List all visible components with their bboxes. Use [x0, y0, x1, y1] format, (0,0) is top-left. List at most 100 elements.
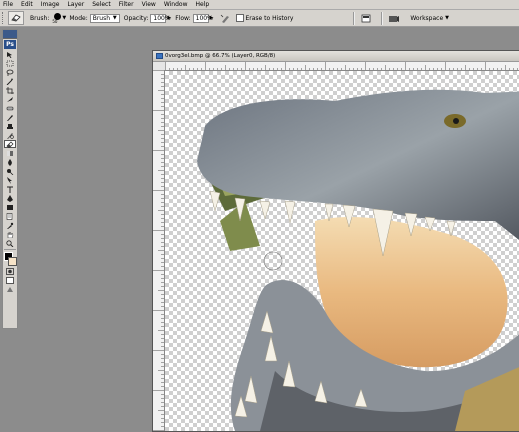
path-selection-tool-button[interactable]	[4, 176, 16, 184]
opacity-slider-arrow-icon[interactable]: ▶	[167, 15, 171, 21]
document-title-bar[interactable]: 0vorg3el.bmp @ 66.7% (Layer0, RGB/8)	[153, 51, 519, 62]
workspace-label: Workspace	[410, 14, 444, 22]
workspace-menu[interactable]: Workspace ▼	[410, 15, 449, 22]
zoom-tool-icon	[6, 239, 14, 247]
eraser-tool-icon	[6, 141, 14, 148]
brush-label: Brush:	[30, 14, 50, 22]
mode-select[interactable]: Brush ▼	[89, 13, 120, 23]
file-browser-button[interactable]	[387, 12, 401, 24]
slice-tool-button[interactable]	[4, 95, 16, 103]
healing-brush-tool-button[interactable]	[4, 104, 16, 112]
menu-window[interactable]: Window	[160, 0, 192, 9]
imageready-icon	[7, 286, 13, 292]
eyedropper-tool-button[interactable]	[4, 221, 16, 229]
menu-file[interactable]: File	[0, 0, 17, 9]
palette-well-icon	[361, 14, 371, 22]
horizontal-ruler[interactable]	[165, 62, 519, 71]
chevron-down-icon: ▼	[62, 15, 67, 21]
crop-tool-icon	[6, 86, 14, 94]
type-tool-icon	[7, 186, 13, 193]
chevron-down-icon: ▼	[112, 15, 117, 21]
chevron-down-icon: ▼	[445, 15, 449, 21]
vertical-ruler[interactable]	[153, 70, 165, 431]
marquee-tool-button[interactable]	[4, 59, 16, 67]
menu-view[interactable]: View	[138, 0, 160, 9]
horizontal-ruler-ticks	[165, 62, 518, 70]
gradient-tool-button[interactable]	[4, 149, 16, 157]
path-selection-tool-icon	[7, 176, 12, 184]
blur-tool-icon	[8, 158, 12, 166]
image-canvas[interactable]	[165, 71, 519, 431]
airbrush-button[interactable]	[218, 12, 232, 24]
shape-tool-button[interactable]	[4, 203, 16, 211]
opacity-field[interactable]: 100%	[150, 13, 171, 23]
move-tool-button[interactable]	[4, 50, 16, 58]
menu-image[interactable]: Image	[37, 0, 64, 9]
vertical-ruler-ticks	[153, 70, 164, 431]
eyedropper-tool-icon	[7, 222, 14, 229]
pen-tool-button[interactable]	[4, 194, 16, 202]
screen-mode-button[interactable]	[4, 276, 16, 284]
jump-to-imageready-button[interactable]	[4, 285, 16, 293]
flow-slider-arrow-icon[interactable]: ▶	[210, 15, 214, 21]
photoshop-logo[interactable]: Ps	[4, 40, 16, 49]
document-window: 0vorg3el.bmp @ 66.7% (Layer0, RGB/8)	[152, 50, 519, 432]
erase-to-history-label: Erase to History	[245, 14, 294, 22]
crocodile-image	[197, 89, 519, 431]
healing-brush-tool-icon	[6, 106, 14, 110]
quick-mask-button[interactable]	[4, 267, 16, 275]
menu-layer[interactable]: Layer	[63, 0, 88, 9]
brush-tool-button[interactable]	[4, 113, 16, 121]
separator	[4, 249, 16, 250]
toggle-palette-well-button[interactable]	[359, 12, 373, 24]
toolbox: Ps	[2, 29, 18, 329]
lasso-tool-button[interactable]	[4, 68, 16, 76]
move-tool-icon	[7, 51, 12, 58]
options-bar-grip[interactable]	[2, 12, 5, 24]
quick-mask-icon	[6, 267, 14, 275]
slice-tool-icon	[7, 96, 13, 102]
brush-size-value: 50	[52, 19, 58, 24]
erase-to-history-checkbox[interactable]	[235, 14, 244, 22]
document-icon	[156, 53, 163, 59]
zoom-tool-button[interactable]	[4, 239, 16, 247]
history-brush-tool-button[interactable]	[4, 131, 16, 139]
airbrush-icon	[220, 14, 229, 23]
dodge-tool-button[interactable]	[4, 167, 16, 175]
eraser-icon	[11, 14, 21, 22]
hand-tool-button[interactable]	[4, 230, 16, 238]
eraser-brush-cursor	[263, 251, 283, 271]
separator	[353, 11, 356, 25]
magic-wand-tool-button[interactable]	[4, 77, 16, 85]
pen-tool-icon	[7, 194, 13, 202]
tool-preset-picker[interactable]	[8, 11, 24, 25]
opacity-label: Opacity:	[123, 14, 149, 22]
dodge-tool-icon	[7, 168, 14, 175]
magic-wand-tool-icon	[6, 77, 13, 85]
menu-filter[interactable]: Filter	[115, 0, 138, 9]
eraser-tool-button[interactable]	[4, 140, 16, 148]
toolbox-header[interactable]	[3, 30, 17, 39]
blur-tool-button[interactable]	[4, 158, 16, 166]
menu-select[interactable]: Select	[88, 0, 115, 9]
brush-picker[interactable]: 50 ▼	[51, 12, 67, 24]
file-browser-icon	[389, 15, 400, 22]
color-swatches	[4, 252, 17, 266]
menu-edit[interactable]: Edit	[17, 0, 37, 9]
flow-field[interactable]: 100%	[192, 13, 213, 23]
separator	[381, 11, 384, 25]
notes-tool-button[interactable]	[4, 212, 16, 220]
brush-tool-icon	[7, 114, 13, 121]
mode-select-value: Brush	[92, 14, 111, 22]
type-tool-button[interactable]	[4, 185, 16, 193]
crop-tool-button[interactable]	[4, 86, 16, 94]
clone-stamp-tool-icon	[7, 123, 13, 129]
menu-help[interactable]: Help	[192, 0, 214, 9]
background-color-swatch[interactable]	[8, 257, 17, 266]
history-brush-tool-icon	[7, 132, 14, 139]
mode-label: Mode:	[69, 14, 88, 22]
hand-tool-icon	[7, 230, 14, 238]
flow-label: Flow:	[175, 14, 191, 22]
shape-tool-icon	[7, 204, 13, 210]
clone-stamp-tool-button[interactable]	[4, 122, 16, 130]
